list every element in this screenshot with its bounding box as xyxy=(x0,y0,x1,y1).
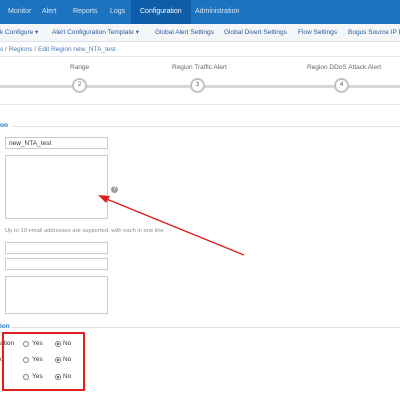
section-rule xyxy=(12,327,400,328)
annotation-highlight-box xyxy=(2,332,85,391)
section-title-settings: ion xyxy=(0,323,10,330)
